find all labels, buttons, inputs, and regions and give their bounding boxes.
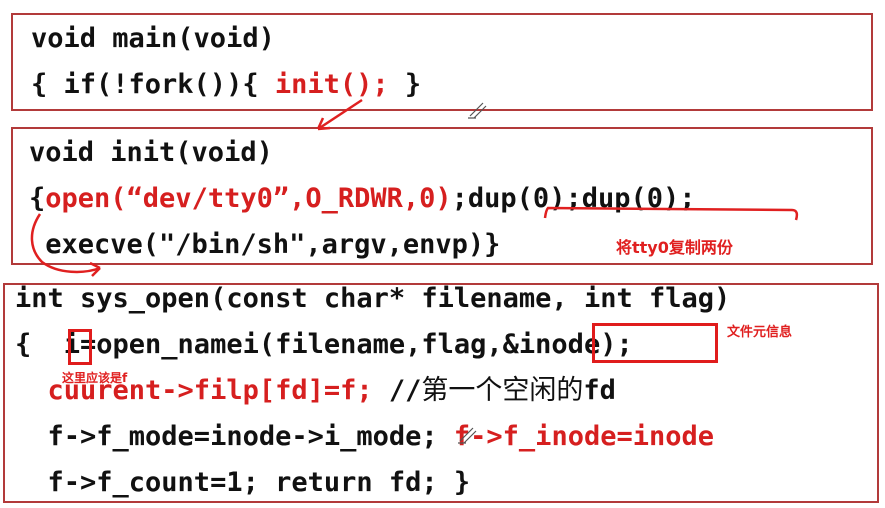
code-comment: fd [583,375,616,406]
highlight-box-inode [592,323,718,363]
code-text: ;dup(0);dup(0); [451,183,696,214]
code-line: { i=open_namei(filename,flag,&inode); [15,329,633,360]
code-line: execve("/bin/sh",argv,envp)} [29,229,501,260]
code-highlight: f->f_inode=inode [453,421,714,452]
code-line: f->f_count=1; return fd; } [15,467,471,498]
annotation-file-metadata: 文件元信息 [727,325,793,340]
code-text: { if(!fork()){ [31,69,275,100]
code-line: void init(void) [29,137,273,168]
code-line: {open(“dev/tty0”,O_RDWR,0);dup(0);dup(0)… [29,183,696,215]
code-highlight: init(); [274,69,389,100]
annotation-copy-tty0: 将tty0复制两份 [616,238,733,257]
highlight-box-i [68,329,92,365]
code-line: { if(!fork()){ init(); } [31,69,421,101]
annotation-should-be-f: 这里应该是f [62,371,128,385]
code-line: void main(void) [31,23,275,54]
code-line: f->f_mode=inode->i_mode; f->f_inode=inod… [15,421,715,453]
code-highlight: open(“dev/tty0”,O_RDWR,0) [45,183,452,214]
code-text: { [29,183,46,214]
sys-open-code-box: int sys_open(const char* filename, int f… [3,283,879,503]
code-text: f->f_mode=inode->i_mode; [15,421,454,452]
code-comment-cn: 第一个空闲的 [421,375,584,406]
main-code-box: void main(void) { if(!fork()){ init(); } [11,13,873,111]
code-text: } [388,69,422,100]
code-line: int sys_open(const char* filename, int f… [15,283,731,314]
init-code-box: void init(void) {open(“dev/tty0”,O_RDWR,… [11,127,873,265]
code-comment: // [372,375,422,406]
